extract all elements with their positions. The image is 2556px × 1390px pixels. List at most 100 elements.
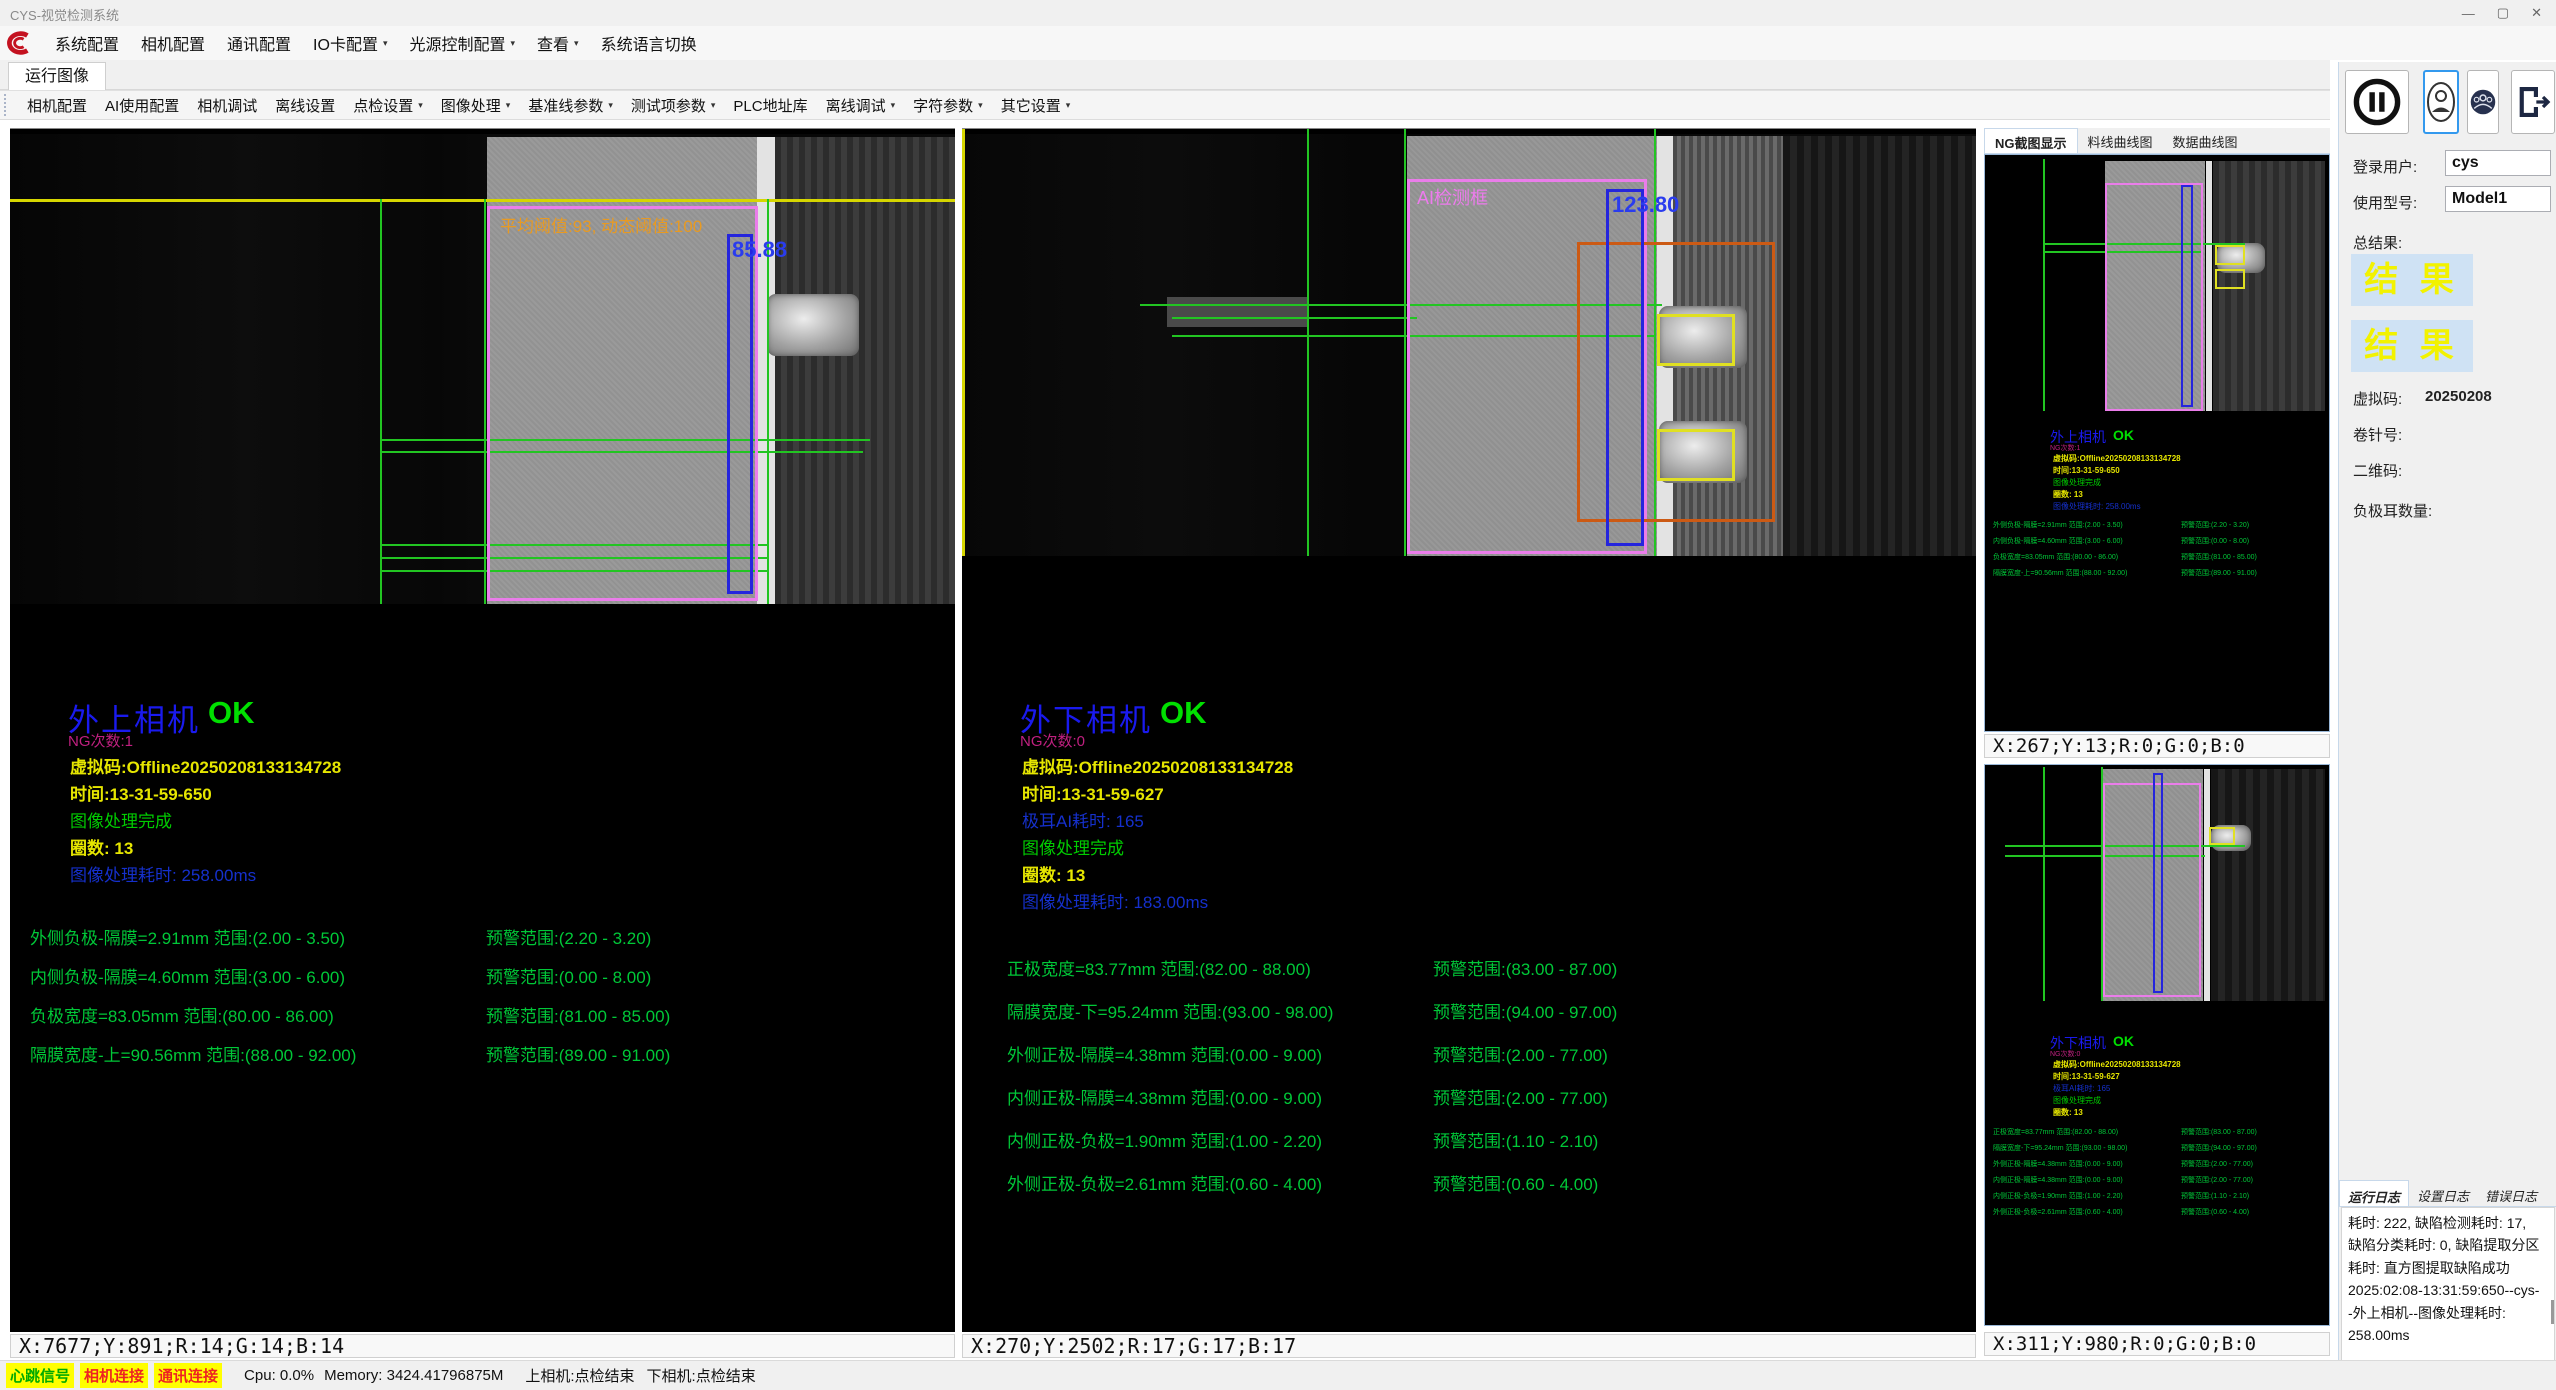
mini-virtual-code: 虚拟码:Offline20250208133134728 — [2053, 1059, 2181, 1070]
measurement-text: 外侧负极-隔膜=2.91mm 范围:(2.00 - 3.50) — [30, 924, 345, 949]
tool-image-processing[interactable]: 图像处理▾ — [441, 95, 511, 116]
tool-other-settings[interactable]: 其它设置▾ — [1001, 95, 1071, 116]
camera-view-upper[interactable]: 平均阈值:93, 动态阈值:100 85.88 外上相机 OK NG次数:1 虚… — [10, 128, 955, 1332]
mini-measurement: 负极宽度=83.05mm 范围:(80.00 - 86.00) — [1993, 552, 2118, 562]
mini-loop-count: 圈数: 13 — [2053, 1107, 2083, 1118]
camera-view-lower[interactable]: AI检测框 123.80 外下相机 OK NG次数:0 虚拟码:Offline2… — [962, 128, 1976, 1332]
tool-offline-debug[interactable]: 离线调试▾ — [826, 95, 896, 116]
mini-measure-box — [2153, 773, 2163, 993]
camera-result-label: OK — [1160, 695, 1207, 731]
ng-thumbnail-lower[interactable]: 外下相机 OK NG次数:0 虚拟码:Offline20250208133134… — [1984, 764, 2330, 1326]
menu-language-switch[interactable]: 系统语言切换 — [601, 31, 697, 55]
minimize-icon[interactable]: — — [2462, 6, 2475, 21]
pixel-coord-readout-thumb1: X:267;Y:13;R:0;G:0;B:0 — [1984, 734, 2330, 758]
login-user-field[interactable] — [2445, 150, 2551, 176]
maximize-icon[interactable]: ▢ — [2497, 5, 2509, 21]
ng-thumbnail-upper[interactable]: 外上相机 OK NG次数:1 虚拟码:Offline20250208133134… — [1984, 154, 2330, 732]
virtual-code-value: 20250208 — [2425, 388, 2492, 405]
measurement-text: 隔膜宽度-上=90.56mm 范围:(88.00 - 92.00) — [30, 1041, 356, 1066]
mini-warning: 预警范围:(89.00 - 91.00) — [2181, 568, 2257, 578]
lower-camera-status: 下相机:点检结束 — [647, 1365, 756, 1386]
pause-button[interactable] — [2345, 70, 2409, 134]
menu-io-card-config[interactable]: IO卡配置▾ — [313, 31, 387, 55]
measurement-text: 内侧正极-负极=1.90mm 范围:(1.00 - 2.20) — [1007, 1127, 1322, 1152]
green-reference-line — [1307, 129, 1309, 556]
mini-ng-count: NG次数:1 — [2050, 443, 2080, 453]
memory-usage: Memory: 3424.41796875M — [324, 1367, 503, 1384]
tool-camera-debug[interactable]: 相机调试 — [197, 95, 257, 116]
green-measure-line — [1172, 317, 1417, 319]
tab-ng-screenshot[interactable]: NG截图显示 — [1984, 128, 2078, 153]
warning-range: 预警范围:(2.20 - 3.20) — [486, 924, 651, 949]
width-measure-box — [727, 234, 753, 594]
warning-range: 预警范围:(1.10 - 2.10) — [1433, 1127, 1598, 1152]
mini-time: 时间:13-31-59-627 — [2053, 1071, 2120, 1082]
tab-run-log[interactable]: 运行日志 — [2339, 1180, 2409, 1206]
ng-count-label: NG次数:0 — [1020, 730, 1085, 751]
measurement-text: 正极宽度=83.77mm 范围:(82.00 - 88.00) — [1007, 955, 1311, 980]
measurement-text: 外侧正极-隔膜=4.38mm 范围:(0.00 - 9.00) — [1007, 1041, 1322, 1066]
dropdown-arrow-icon: ▾ — [418, 100, 423, 111]
measurement-text: 负极宽度=83.05mm 范围:(80.00 - 86.00) — [30, 1002, 334, 1027]
mini-warning: 预警范围:(2.00 - 77.00) — [2181, 1175, 2253, 1185]
measurement-text: 隔膜宽度-下=95.24mm 范围:(93.00 - 98.00) — [1007, 998, 1333, 1023]
menu-system-config[interactable]: 系统配置 — [55, 31, 119, 55]
mini-edge — [2206, 161, 2212, 411]
close-icon[interactable]: ✕ — [2531, 5, 2542, 21]
warning-range: 预警范围:(0.00 - 8.00) — [486, 963, 651, 988]
upper-camera-status: 上相机:点检结束 — [525, 1365, 634, 1386]
dropdown-arrow-icon: ▾ — [891, 100, 896, 111]
tab-run-image[interactable]: 运行图像 — [8, 62, 106, 90]
warning-range: 预警范围:(94.00 - 97.00) — [1433, 998, 1617, 1023]
mini-warning: 预警范围:(83.00 - 87.00) — [2181, 1127, 2257, 1137]
electrode-tab-blob — [767, 294, 859, 356]
pixel-coord-readout-lower: X:270;Y:2502;R:17;G:17;B:17 — [962, 1334, 1976, 1358]
exit-button[interactable] — [2511, 70, 2555, 134]
bright-edge-strip — [757, 137, 775, 604]
mini-measure-box — [2181, 185, 2193, 407]
tool-spot-check[interactable]: 点检设置▾ — [353, 95, 423, 116]
result-badge-lower: 结 果 — [2351, 320, 2473, 372]
menu-comm-config[interactable]: 通讯配置 — [227, 31, 291, 55]
pause-icon — [2351, 76, 2403, 128]
warning-range: 预警范围:(0.60 - 4.00) — [1433, 1170, 1598, 1195]
tab-data-curve[interactable]: 数据曲线图 — [2163, 128, 2248, 153]
tab-settings-log[interactable]: 设置日志 — [2409, 1180, 2477, 1206]
tool-char-params[interactable]: 字符参数▾ — [913, 95, 983, 116]
model-field[interactable] — [2445, 186, 2551, 212]
tool-plc-address-lib[interactable]: PLC地址库 — [733, 95, 807, 116]
tool-baseline-params[interactable]: 基准线参数▾ — [528, 95, 613, 116]
tab-error-log[interactable]: 错误日志 — [2477, 1180, 2545, 1206]
mini-camera-result: OK — [2113, 427, 2134, 443]
mini-warning: 预警范围:(94.00 - 97.00) — [2181, 1143, 2257, 1153]
yellow-reference-line — [962, 129, 965, 556]
titlebar: CYS-视觉检测系统 — ▢ ✕ — [0, 0, 2556, 26]
total-result-label: 总结果: — [2353, 232, 2402, 253]
toolbar: 相机配置 AI使用配置 相机调试 离线设置 点检设置▾ 图像处理▾ 基准线参数▾… — [0, 90, 2330, 120]
statusbar: 心跳信号 相机连接 通讯连接 Cpu: 0.0% Memory: 3424.41… — [0, 1360, 2556, 1390]
mini-tab-box — [2215, 269, 2245, 289]
width-value-label: 123.80 — [1612, 192, 1679, 218]
virtual-code-field-label: 虚拟码: — [2353, 388, 2402, 409]
virtual-code-label: 虚拟码:Offline20250208133134728 — [1022, 753, 1293, 778]
tab-material-curve[interactable]: 料线曲线图 — [2078, 128, 2163, 153]
dropdown-arrow-icon: ▾ — [711, 100, 716, 111]
measurement-text: 外侧正极-负极=2.61mm 范围:(0.60 - 4.00) — [1007, 1170, 1322, 1195]
mini-measurement: 外侧正极-隔膜=4.38mm 范围:(0.00 - 9.00) — [1993, 1159, 2123, 1169]
tool-test-item-params[interactable]: 测试项参数▾ — [631, 95, 716, 116]
ai-time-label: 极耳AI耗时: 165 — [1022, 807, 1144, 832]
menu-view[interactable]: 查看▾ — [537, 31, 579, 55]
menu-camera-config[interactable]: 相机配置 — [141, 31, 205, 55]
tool-offline-settings[interactable]: 离线设置 — [275, 95, 335, 116]
user-button[interactable] — [2423, 70, 2459, 134]
menu-light-control-config[interactable]: 光源控制配置▾ — [409, 31, 515, 55]
mini-measurement: 内侧正极-负极=1.90mm 范围:(1.00 - 2.20) — [1993, 1191, 2123, 1201]
threshold-label: 平均阈值:93, 动态阈值:100 — [500, 212, 702, 237]
warning-range: 预警范围:(2.00 - 77.00) — [1433, 1084, 1608, 1109]
tool-camera-config[interactable]: 相机配置 — [27, 95, 87, 116]
log-scrollbar[interactable] — [2551, 1300, 2554, 1324]
users-group-button[interactable] — [2467, 70, 2499, 134]
dropdown-arrow-icon: ▾ — [506, 100, 511, 111]
tool-ai-use-config[interactable]: AI使用配置 — [105, 95, 179, 116]
dropdown-arrow-icon: ▾ — [1066, 100, 1071, 111]
